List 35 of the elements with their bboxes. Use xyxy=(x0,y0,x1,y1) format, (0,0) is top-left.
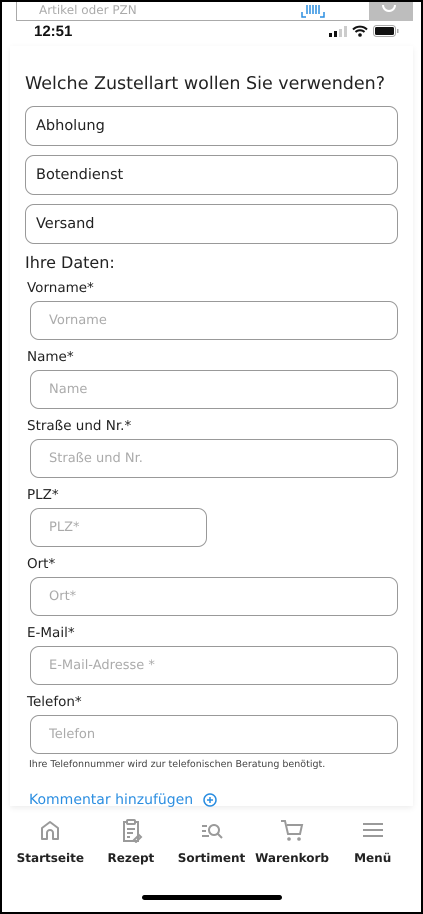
field-label: Name* xyxy=(27,349,75,365)
input-field[interactable]: Straße und Nr. xyxy=(30,439,398,478)
add-circle-icon xyxy=(203,793,218,807)
question-heading: Welche Zustellart wollen Sie verwenden? xyxy=(25,74,386,94)
input-field[interactable]: Telefon xyxy=(30,715,398,754)
field-label: E-Mail* xyxy=(27,625,76,641)
input-field[interactable]: E-Mail-Adresse * xyxy=(30,646,398,685)
input-field[interactable]: PLZ* xyxy=(30,508,207,547)
delivery-option[interactable]: Abholung xyxy=(25,106,398,146)
signal-icon xyxy=(329,26,347,36)
input-field[interactable]: Ort* xyxy=(30,577,398,616)
section-title: Ihre Daten: xyxy=(25,253,116,272)
search-field[interactable]: Artikel oder PZN xyxy=(16,2,297,21)
nav-tab[interactable]: Rezept xyxy=(90,818,171,865)
delivery-option[interactable]: Versand xyxy=(25,204,398,244)
search-button[interactable] xyxy=(369,2,413,21)
field-label: Telefon* xyxy=(27,694,83,710)
field-label: PLZ* xyxy=(27,487,60,503)
status-time: 12:51 xyxy=(34,22,74,40)
barcode-scan-icon[interactable] xyxy=(301,4,325,18)
field-label: Ort* xyxy=(27,556,56,572)
phone-hint: Ihre Telefonnummer wird zur telefonischen Beratung benötigt. xyxy=(29,759,326,770)
cart-icon xyxy=(280,818,304,843)
field-label: Straße und Nr.* xyxy=(27,418,132,434)
nav-tab[interactable]: Startseite xyxy=(10,818,90,865)
nav-tab[interactable]: Menü xyxy=(332,818,413,865)
nav-tab[interactable]: Warenkorb xyxy=(252,818,332,865)
nav-tab[interactable]: Sortiment xyxy=(171,818,252,865)
delivery-option[interactable]: Botendienst xyxy=(25,155,398,195)
input-field[interactable]: Vorname xyxy=(30,301,398,340)
input-field[interactable]: Name xyxy=(30,370,398,409)
wifi-icon xyxy=(352,25,368,37)
field-label: Vorname* xyxy=(27,280,95,296)
battery-icon xyxy=(373,25,399,37)
add-comment-link[interactable]: Kommentar hinzufügen xyxy=(29,792,218,808)
